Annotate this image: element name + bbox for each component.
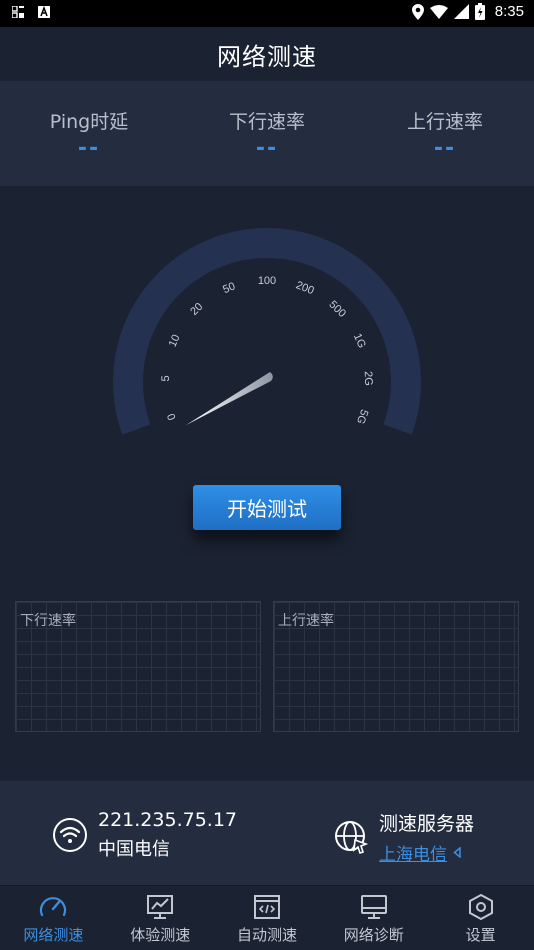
chart-monitor-icon xyxy=(147,895,174,919)
tab-network-diagnose[interactable]: 网络诊断 xyxy=(320,886,427,950)
triangle-left-icon xyxy=(453,847,461,858)
download-chart-label: 下行速率 xyxy=(20,613,76,629)
network-info-panel: 221.235.75.17 中国电信 测速服务器 上海电信 xyxy=(0,781,534,885)
stat-download-label: 下行速率 xyxy=(228,111,305,133)
server-name: 上海电信 xyxy=(379,845,447,865)
status-time: 8:35 xyxy=(494,3,524,20)
cell-signal-icon xyxy=(453,4,469,19)
stat-ping-value: -- xyxy=(77,136,101,161)
gauge-tick-label: 2G xyxy=(362,371,375,386)
tab-auto-speed-label: 自动测速 xyxy=(236,926,297,944)
server-info: 测速服务器 上海电信 xyxy=(333,809,474,865)
wifi-icon xyxy=(53,818,87,852)
server-select-link[interactable]: 上海电信 xyxy=(379,840,474,865)
battery-icon xyxy=(474,3,485,20)
stat-upload: 上行速率 -- xyxy=(356,81,534,186)
gauge-needle xyxy=(185,372,273,426)
gauge-tick-label: 0 xyxy=(165,412,178,422)
carrier-name: 中国电信 xyxy=(98,839,170,860)
gauge-arc xyxy=(113,228,422,435)
upload-chart-label: 上行速率 xyxy=(278,613,334,629)
stat-download: 下行速率 -- xyxy=(178,81,356,186)
wifi-signal-icon xyxy=(429,4,448,19)
gauge-tick-label: 20 xyxy=(188,301,205,318)
page-title: 网络测速 xyxy=(217,42,317,71)
tab-network-speed[interactable]: 网络测速 xyxy=(0,886,107,950)
gauge-tick-label: 500 xyxy=(326,299,348,320)
ip-address: 221.235.75.17 xyxy=(98,809,238,831)
tab-experience-speed-label: 体验测速 xyxy=(130,926,191,944)
stat-download-value: -- xyxy=(255,136,279,161)
tab-settings-label: 设置 xyxy=(465,926,496,944)
stat-upload-value: -- xyxy=(433,136,457,161)
status-bar: 8:35 xyxy=(0,0,534,27)
server-title: 测速服务器 xyxy=(379,813,475,835)
tab-auto-speed[interactable]: 自动测速 xyxy=(214,886,321,950)
gauge-tick-label: 5 xyxy=(160,375,172,382)
speedometer-icon xyxy=(40,897,67,917)
stat-upload-label: 上行速率 xyxy=(406,111,483,133)
network-ip-info: 221.235.75.17 中国电信 xyxy=(52,809,237,861)
gauge-tick-label: 100 xyxy=(258,275,276,287)
tab-network-diagnose-label: 网络诊断 xyxy=(343,926,404,944)
tab-settings[interactable]: 设置 xyxy=(427,886,534,950)
bottom-tab-bar: 网络测速 体验测速 自动测速 网络诊断 设置 xyxy=(0,885,534,950)
tab-experience-speed[interactable]: 体验测速 xyxy=(107,886,214,950)
location-icon xyxy=(411,3,424,20)
app-bar: 网络测速 xyxy=(0,27,534,81)
stat-ping-label: Ping时延 xyxy=(49,111,129,133)
tab-network-speed-label: 网络测速 xyxy=(23,926,84,944)
globe-cursor-icon xyxy=(335,821,369,855)
gauge-tick-label: 200 xyxy=(294,279,316,297)
upload-rate-chart: 上行速率 xyxy=(273,601,519,732)
stat-ping: Ping时延 -- xyxy=(0,81,178,186)
download-rate-chart: 下行速率 xyxy=(15,601,261,732)
gauge-tick-label: 50 xyxy=(221,280,237,296)
gauge-tick-label: 1G xyxy=(351,332,368,350)
speed-gauge: 0 5 10 20 50 100 200 5001G 2G 5G xyxy=(113,228,422,435)
settings-hexagon-icon xyxy=(468,893,493,921)
gauge-tick-label: 5G xyxy=(354,408,370,426)
notification-a-icon xyxy=(38,6,50,18)
stats-panel: Ping时延 -- 下行速率 -- 上行速率 -- xyxy=(0,81,534,186)
monitor-icon xyxy=(360,895,387,919)
notification-grid-icon xyxy=(12,6,24,18)
gauge-tick-label: 10 xyxy=(167,333,183,349)
code-window-icon xyxy=(253,895,280,919)
start-test-button[interactable]: 开始测试 xyxy=(193,485,341,530)
